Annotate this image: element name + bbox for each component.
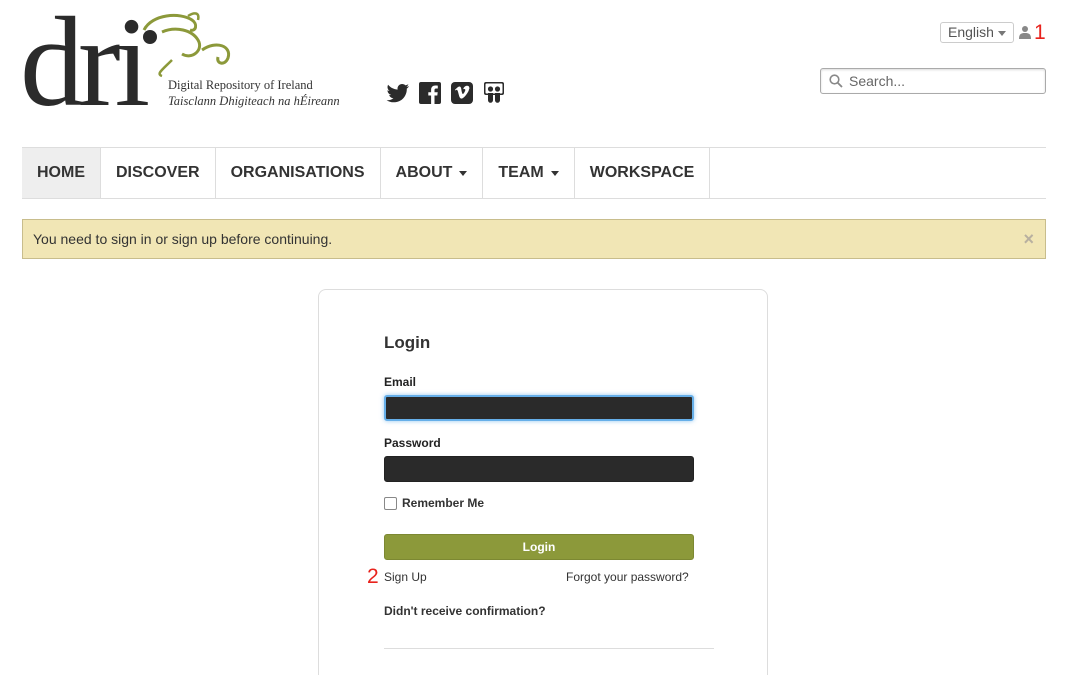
email-label: Email — [384, 375, 417, 389]
language-value: English — [948, 24, 994, 40]
resend-confirmation-link[interactable]: Didn't receive confirmation? — [384, 604, 546, 618]
dri-logo[interactable]: dri Digital Repository of Ireland Taiscl… — [20, 0, 340, 126]
chevron-down-icon — [550, 170, 559, 176]
annotation-marker-1: 1 — [1034, 21, 1046, 44]
remember-me-checkbox[interactable] — [384, 496, 397, 510]
search-box[interactable] — [820, 68, 1046, 94]
sign-in-alert: You need to sign in or sign up before co… — [22, 219, 1046, 259]
nav-item-label: ABOUT — [395, 164, 453, 181]
vimeo-icon[interactable] — [450, 81, 474, 105]
sign-up-link[interactable]: Sign Up — [384, 570, 427, 584]
forgot-password-link[interactable]: Forgot your password? — [566, 570, 689, 584]
login-title: Login — [384, 333, 431, 352]
language-select[interactable]: English — [940, 22, 1014, 43]
remember-me-label: Remember Me — [402, 496, 485, 510]
nav-item-label: DISCOVER — [116, 164, 200, 181]
nav-item-label: TEAM — [498, 164, 544, 181]
tagline-english: Digital Repository of Ireland — [168, 78, 313, 92]
nav-item-home[interactable]: HOME — [22, 148, 101, 198]
password-field[interactable] — [384, 456, 694, 482]
chevron-down-icon — [997, 30, 1006, 36]
twitter-icon[interactable] — [386, 81, 410, 105]
main-nav: HOME DISCOVER ORGANISATIONS ABOUT TEAM W… — [22, 147, 1046, 199]
search-icon — [829, 74, 843, 88]
nav-item-organisations[interactable]: ORGANISATIONS — [216, 148, 381, 198]
social-links — [386, 81, 506, 105]
search-input[interactable] — [849, 73, 1039, 89]
nav-item-label: HOME — [37, 164, 85, 181]
password-label: Password — [384, 436, 441, 450]
nav-item-label: WORKSPACE — [589, 164, 695, 181]
alert-message: You need to sign in or sign up before co… — [33, 231, 333, 247]
divider — [384, 648, 714, 649]
nav-item-workspace[interactable]: WORKSPACE — [575, 148, 711, 198]
annotation-marker-2: 2 — [367, 565, 379, 588]
nav-item-label: ORGANISATIONS — [230, 164, 365, 181]
close-icon[interactable]: × — [1023, 230, 1034, 248]
logo-wordmark: dri — [20, 0, 150, 133]
nav-item-about[interactable]: ABOUT — [381, 148, 484, 198]
logo-swirl-icon — [142, 12, 231, 78]
nav-item-team[interactable]: TEAM — [483, 148, 575, 198]
logo-tagline: Digital Repository of Ireland Taisclann … — [168, 77, 340, 109]
slideshare-icon[interactable] — [482, 81, 506, 105]
email-field[interactable] — [384, 395, 694, 421]
tagline-irish: Taisclann Dhigiteach na hÉireann — [168, 94, 340, 108]
login-button[interactable]: Login — [384, 534, 694, 560]
facebook-icon[interactable] — [418, 81, 442, 105]
user-icon[interactable] — [1019, 25, 1031, 39]
remember-me[interactable]: Remember Me — [384, 496, 484, 510]
nav-item-discover[interactable]: DISCOVER — [101, 148, 216, 198]
chevron-down-icon — [459, 170, 468, 176]
